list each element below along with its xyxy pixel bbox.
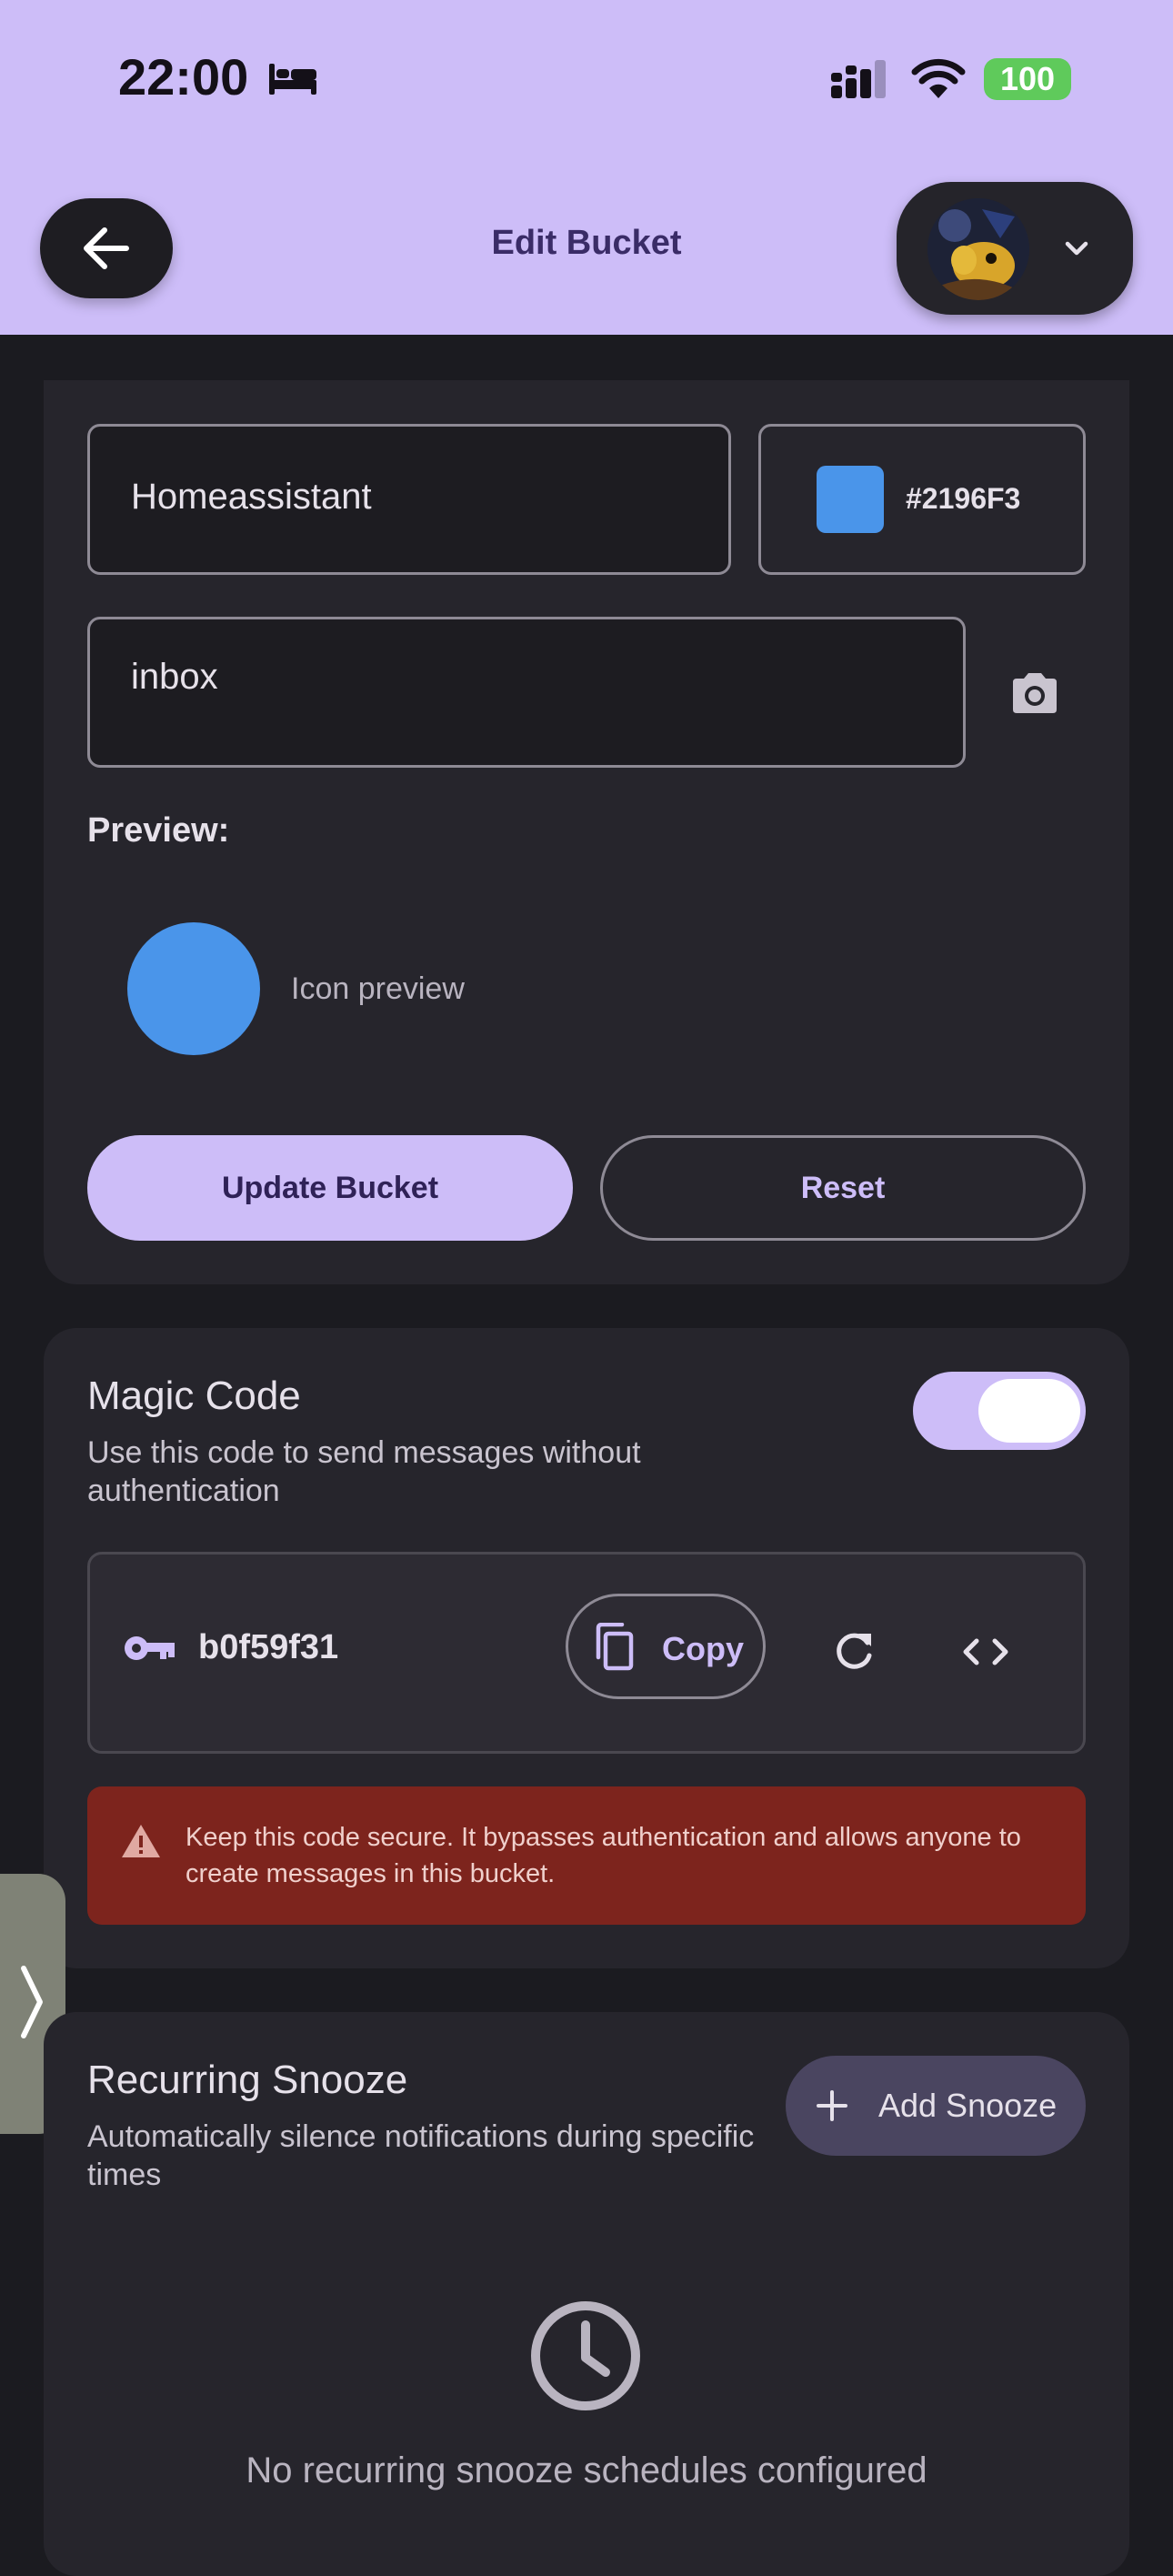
icon-field[interactable] — [87, 617, 966, 768]
clock-icon — [531, 2301, 640, 2410]
copy-label: Copy — [662, 1630, 744, 1667]
battery-indicator: 100 — [984, 58, 1071, 100]
add-snooze-label: Add Snooze — [878, 2087, 1058, 2124]
avatar — [927, 198, 1029, 300]
magic-code-value: b0f59f31 — [198, 1628, 339, 1666]
copy-icon — [596, 1623, 634, 1671]
warning-text: Keep this code secure. It bypasses authe… — [185, 1823, 1021, 1888]
warning-icon — [122, 1825, 160, 1857]
recurring-snooze-title: Recurring Snooze — [87, 2058, 408, 2102]
update-bucket-button[interactable]: Update Bucket — [87, 1135, 573, 1241]
icon-preview-text: Icon preview — [291, 971, 465, 1006]
chevron-down-icon[interactable] — [1060, 235, 1093, 262]
camera-icon[interactable] — [1009, 669, 1060, 715]
toggle-thumb — [978, 1379, 1080, 1443]
color-swatch — [817, 466, 884, 533]
icon-preview-circle — [127, 922, 260, 1055]
code-icon[interactable] — [960, 1634, 1011, 1670]
magic-code-title: Magic Code — [87, 1374, 301, 1418]
reset-button[interactable]: Reset — [600, 1135, 1086, 1241]
chevron-right-icon — [21, 1966, 43, 2038]
bucket-name-value: Homeassistant — [131, 477, 372, 517]
preview-label: Preview: — [87, 811, 230, 850]
refresh-icon[interactable] — [831, 1628, 877, 1674]
color-hex-value: #2196F3 — [906, 482, 1021, 515]
magic-code-description: Use this code to send messages without a… — [87, 1435, 641, 1508]
battery-tip — [1066, 71, 1071, 87]
icon-value: inbox — [131, 657, 218, 697]
bed-icon — [269, 64, 316, 95]
wifi-icon — [911, 58, 966, 98]
signal-icon — [831, 60, 886, 98]
empty-state-text: No recurring snooze schedules configured — [246, 2450, 927, 2490]
plus-icon — [817, 2090, 847, 2121]
status-time: 22:00 — [118, 48, 249, 106]
recurring-snooze-description: Automatically silence notifications duri… — [87, 2119, 755, 2192]
key-icon — [125, 1636, 175, 1660]
